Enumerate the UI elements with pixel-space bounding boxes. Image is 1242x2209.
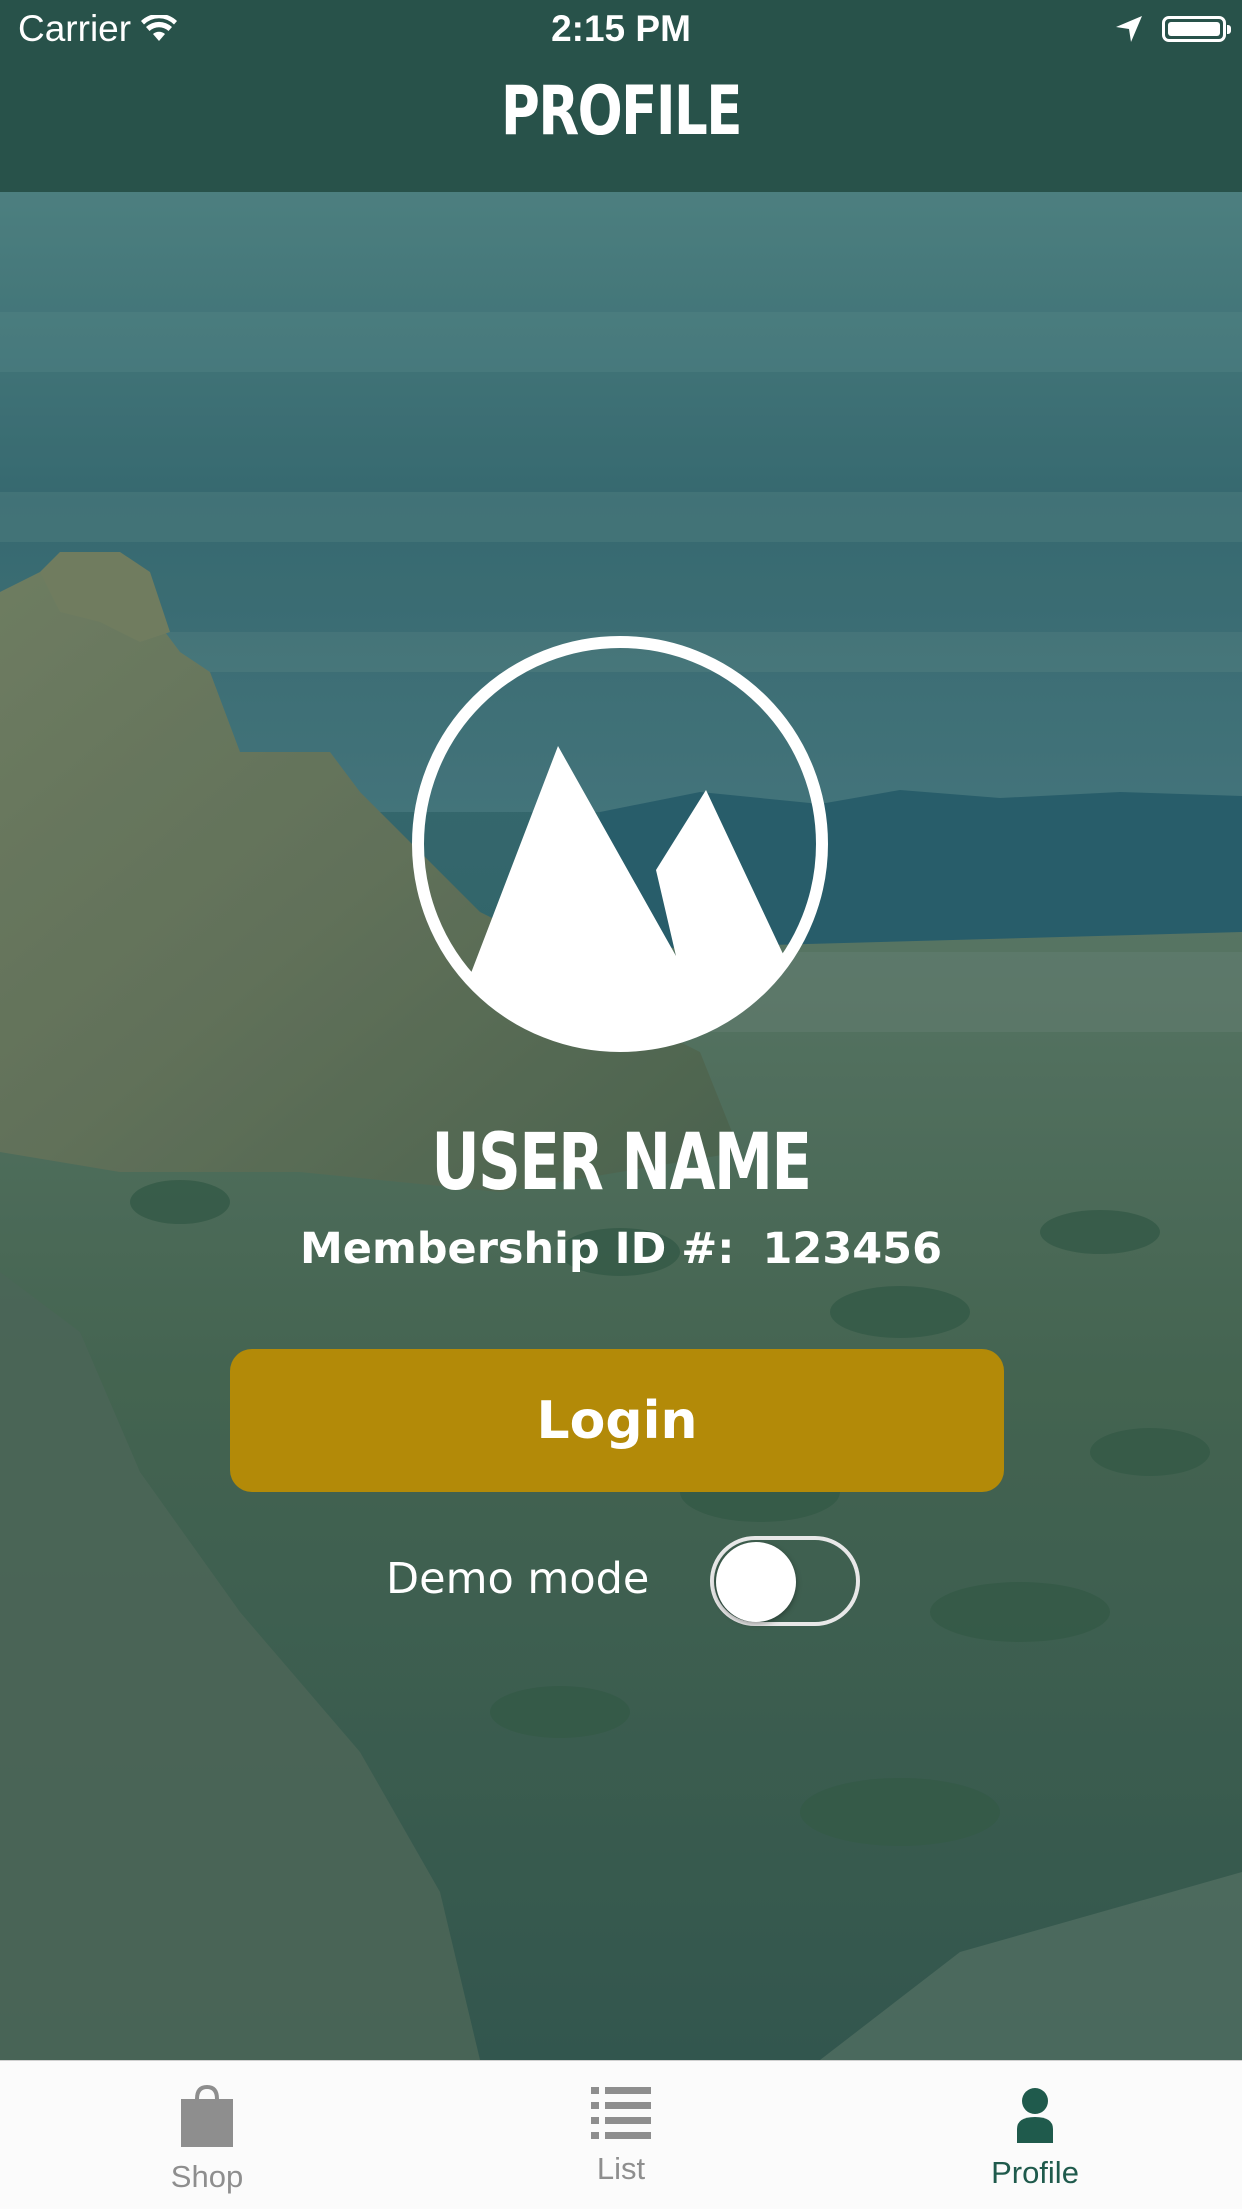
toggle-knob: [716, 1542, 796, 1622]
shopping-bag-icon: [181, 2085, 233, 2147]
tab-list[interactable]: List: [414, 2061, 828, 2209]
list-icon: [591, 2087, 651, 2139]
tab-bar: Shop List Profile: [0, 2060, 1242, 2209]
logo-graphic: [412, 636, 828, 1052]
battery-fill: [1168, 22, 1220, 36]
membership-id-value: 123456: [762, 1224, 943, 1274]
page-title: PROFILE: [501, 72, 742, 151]
membership-id-line: Membership ID #: 123456: [0, 1224, 1242, 1274]
tab-profile[interactable]: Profile: [828, 2061, 1242, 2209]
demo-mode-toggle[interactable]: [710, 1536, 860, 1626]
tab-list-label: List: [596, 2151, 646, 2186]
membership-label: Membership ID #:: [299, 1224, 735, 1274]
status-right-icons: [1114, 14, 1231, 44]
demo-mode-label: Demo mode: [386, 1554, 650, 1604]
status-bar: Carrier 2:15 PM: [0, 0, 1242, 60]
navigation-bar: Carrier 2:15 PM PROFILE: [0, 0, 1242, 192]
battery-icon: [1162, 16, 1231, 42]
person-icon: [1017, 2088, 1053, 2143]
tab-shop-label: Shop: [170, 2159, 244, 2194]
user-name: USER NAME: [431, 1118, 812, 1208]
login-button[interactable]: Login: [230, 1349, 1004, 1492]
tab-profile-label: Profile: [991, 2155, 1079, 2190]
location-arrow-icon: [1116, 16, 1142, 42]
tab-shop[interactable]: Shop: [0, 2061, 414, 2209]
status-time: 2:15 PM: [551, 8, 691, 49]
mountain-logo-icon: [410, 634, 830, 1054]
